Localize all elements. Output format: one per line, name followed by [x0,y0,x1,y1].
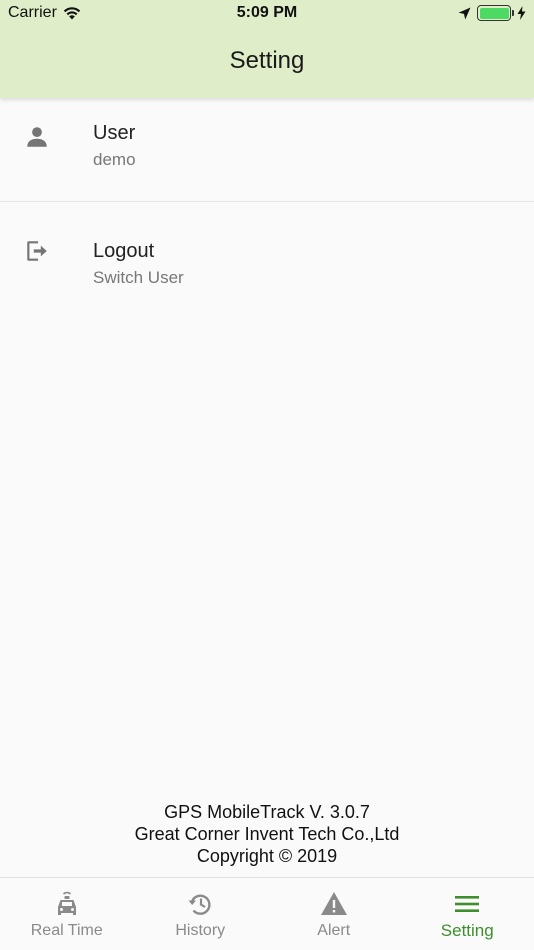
tab-real-time-label: Real Time [30,922,103,939]
page-title: Setting [229,47,305,74]
battery-level [479,7,509,19]
settings-item-user-title: User [93,122,136,144]
app-version: GPS MobileTrack V. 3.0.7 [164,802,370,822]
settings-list: User demo Logout Switch User [0,98,534,314]
bottom-tab-bar: Real Time History Alert Setting [0,877,534,950]
settings-item-logout-subtitle: Switch User [93,268,184,287]
company-name: Great Corner Invent Tech Co.,Ltd [134,824,400,844]
tab-history-label: History [175,922,226,939]
settings-item-logout-title: Logout [93,240,155,262]
app-info-footer: GPS MobileTrack V. 3.0.7 Great Corner In… [0,801,534,867]
menu-icon [455,896,480,912]
tab-real-time[interactable]: Real Time [0,878,134,950]
car-icon [57,891,76,915]
history-icon [188,894,211,915]
location-arrow-icon [458,7,471,19]
settings-item-logout[interactable]: Logout Switch User [0,202,534,314]
charging-bolt-icon [517,6,526,20]
battery-icon [477,5,514,21]
tab-history[interactable]: History [134,878,268,950]
copyright-text: Copyright © 2019 [196,846,338,866]
tab-setting[interactable]: Setting [401,878,534,950]
tab-setting-label: Setting [440,921,494,940]
status-bar: Carrier 5:09 PM [0,0,534,28]
status-time: 5:09 PM [236,4,298,21]
settings-item-user[interactable]: User demo [0,98,534,202]
settings-item-user-subtitle: demo [93,150,136,169]
tab-alert-label: Alert [317,922,351,939]
person-icon [27,127,47,147]
alert-icon [320,892,347,915]
tab-alert[interactable]: Alert [267,878,401,950]
status-right-group [458,5,526,21]
logout-icon [27,241,47,261]
app-header: Carrier 5:09 PM Setting [0,0,534,98]
